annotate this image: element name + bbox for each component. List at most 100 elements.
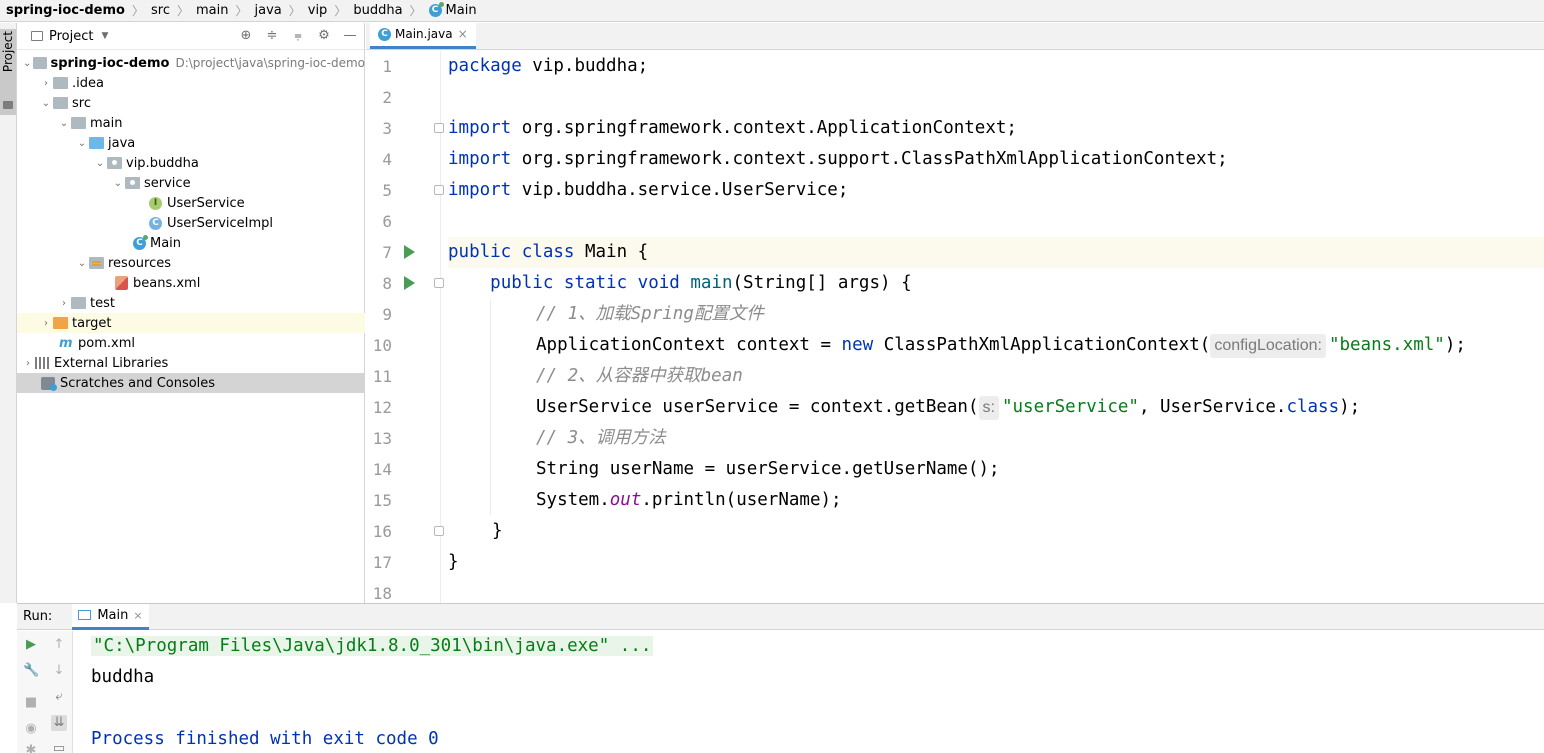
- code-area[interactable]: package vip.buddha; import org.springfra…: [448, 51, 1544, 603]
- chevron-right-icon[interactable]: ›: [21, 358, 35, 369]
- left-tool-stripe: Project: [0, 23, 17, 603]
- tree-item-userserviceimpl[interactable]: C UserServiceImpl: [17, 213, 365, 233]
- folder-icon: [71, 297, 86, 309]
- soft-wrap-icon[interactable]: ⤶: [51, 689, 67, 705]
- tab-run-main[interactable]: Main ×: [72, 603, 149, 630]
- tree-item-label: Scratches and Consoles: [60, 375, 216, 391]
- tree-item-target[interactable]: › target: [17, 313, 365, 333]
- fold-icon[interactable]: [434, 185, 444, 195]
- tree-item-scratches[interactable]: Scratches and Consoles: [17, 373, 365, 393]
- tree-item-label: java: [108, 135, 136, 151]
- main-class-icon: C: [133, 234, 148, 250]
- run-toolbar: ▶ ↑ 🔧 ↓ ■ ⤶ ◉ ⇊ ▭ ✱: [17, 631, 73, 753]
- run-method-icon[interactable]: [404, 276, 415, 290]
- breadcrumb-main[interactable]: main: [196, 3, 228, 18]
- project-panel-toolbar: ⊕ ≑ ⩦ ⚙ —: [238, 27, 358, 45]
- chevron-right-icon: 〉: [288, 4, 301, 18]
- breadcrumb-src[interactable]: src: [151, 3, 170, 18]
- class-icon: C: [378, 27, 391, 41]
- fold-icon[interactable]: [434, 123, 444, 133]
- code-line-15: System.out.println(userName);: [536, 490, 842, 510]
- chevron-down-icon[interactable]: ⌄: [111, 178, 125, 189]
- arrow-down-icon[interactable]: ↓: [51, 663, 67, 679]
- scroll-to-end-icon[interactable]: ⇊: [51, 715, 67, 731]
- code-line-1: package vip.buddha;: [448, 56, 649, 76]
- locate-file-icon[interactable]: ⊕: [238, 27, 254, 45]
- tree-item-src[interactable]: ⌄ src: [17, 93, 365, 113]
- run-tab-label: Main: [97, 607, 129, 623]
- chevron-right-icon[interactable]: ›: [39, 318, 53, 329]
- gear-icon[interactable]: ⚙: [316, 27, 332, 45]
- folder-icon: [3, 101, 13, 109]
- line-number: 4: [382, 150, 392, 169]
- chevron-right-icon: 〉: [131, 4, 144, 18]
- chevron-right-icon[interactable]: ›: [57, 298, 71, 309]
- class-icon: C: [149, 216, 162, 230]
- tree-item-resources[interactable]: ⌄ resources: [17, 253, 365, 273]
- breadcrumb-project[interactable]: spring-ioc-demo: [6, 3, 125, 18]
- stop-icon[interactable]: ■: [23, 695, 39, 711]
- tree-item-main[interactable]: ⌄ main: [17, 113, 365, 133]
- editor-gutter: 1 2 3 4 5 6 7 8 9 10 11 12 13 14 15 16 1…: [366, 51, 444, 603]
- line-number: 2: [382, 88, 392, 107]
- tree-item-vip-buddha[interactable]: ⌄ vip.buddha: [17, 153, 365, 173]
- line-number: 17: [372, 553, 392, 572]
- code-line-10: ApplicationContext context = new ClassPa…: [448, 330, 1544, 361]
- project-tool-window-button[interactable]: Project: [0, 29, 16, 115]
- print-icon[interactable]: ▭: [51, 741, 67, 753]
- console-icon: [78, 610, 92, 620]
- tree-item-userservice[interactable]: I UserService: [17, 193, 365, 213]
- project-panel-title: Project: [49, 28, 94, 44]
- project-stripe-label: Project: [1, 31, 15, 73]
- chevron-right-icon[interactable]: ›: [39, 78, 53, 89]
- line-number: 3: [382, 119, 392, 138]
- camera-icon[interactable]: ◉: [23, 721, 39, 737]
- fold-icon[interactable]: [434, 526, 444, 536]
- hide-panel-icon[interactable]: —: [342, 27, 358, 45]
- chevron-down-icon[interactable]: ⌄: [75, 258, 89, 269]
- tree-item-label: UserService: [167, 195, 245, 211]
- tree-item-label: vip.buddha: [126, 155, 199, 171]
- tab-main-java[interactable]: C Main.java ×: [370, 22, 476, 49]
- code-line-4: import org.springframework.context.suppo…: [448, 149, 1228, 169]
- tree-item-idea[interactable]: › .idea: [17, 73, 365, 93]
- project-view-selector[interactable]: Project ▼: [17, 29, 108, 44]
- gear-icon[interactable]: ✱: [23, 743, 39, 753]
- tree-item-path: D:\project\java\spring-ioc-demo: [175, 56, 365, 70]
- tree-item-pom-xml[interactable]: m pom.xml: [17, 333, 365, 353]
- breadcrumb-vip[interactable]: vip: [308, 3, 328, 18]
- breadcrumb-buddha[interactable]: buddha: [353, 3, 402, 18]
- close-icon[interactable]: ×: [458, 27, 468, 41]
- scratch-icon: [41, 376, 57, 391]
- tree-item-main-class[interactable]: C Main: [17, 233, 365, 253]
- tree-item-label: resources: [108, 255, 172, 271]
- line-number: 6: [382, 212, 392, 231]
- tree-item-test[interactable]: › test: [17, 293, 365, 313]
- tree-item-external-libraries[interactable]: › External Libraries: [17, 353, 365, 373]
- chevron-down-icon[interactable]: ⌄: [21, 58, 33, 69]
- fold-icon[interactable]: [434, 278, 444, 288]
- line-number: 1: [382, 57, 392, 76]
- arrow-up-icon[interactable]: ↑: [51, 637, 67, 653]
- resources-folder-icon: [89, 257, 104, 269]
- tree-item-service[interactable]: ⌄ service: [17, 173, 365, 193]
- tree-item-java[interactable]: ⌄ java: [17, 133, 365, 153]
- breadcrumb-main-class[interactable]: Main: [446, 3, 477, 18]
- console-exit-line: Process finished with exit code 0: [91, 729, 439, 749]
- expand-all-icon[interactable]: ≑: [264, 27, 280, 45]
- run-class-icon[interactable]: [404, 245, 415, 259]
- tree-item-label: src: [72, 95, 91, 111]
- chevron-down-icon[interactable]: ⌄: [93, 158, 107, 169]
- collapse-all-icon[interactable]: ⩦: [290, 27, 306, 45]
- tree-item-spring-ioc-demo[interactable]: ⌄ spring-ioc-demo D:\project\java\spring…: [17, 53, 365, 73]
- rerun-icon[interactable]: ▶: [23, 637, 39, 653]
- chevron-down-icon[interactable]: ⌄: [39, 98, 53, 109]
- chevron-down-icon[interactable]: ⌄: [57, 118, 71, 129]
- chevron-down-icon[interactable]: ⌄: [75, 138, 89, 149]
- console-output[interactable]: "C:\Program Files\Java\jdk1.8.0_301\bin\…: [91, 631, 1544, 753]
- close-icon[interactable]: ×: [133, 609, 142, 622]
- chevron-down-icon: ▼: [101, 31, 109, 41]
- tree-item-beans-xml[interactable]: beans.xml: [17, 273, 365, 293]
- breadcrumb-java[interactable]: java: [254, 3, 281, 18]
- wrench-icon[interactable]: 🔧: [23, 663, 39, 679]
